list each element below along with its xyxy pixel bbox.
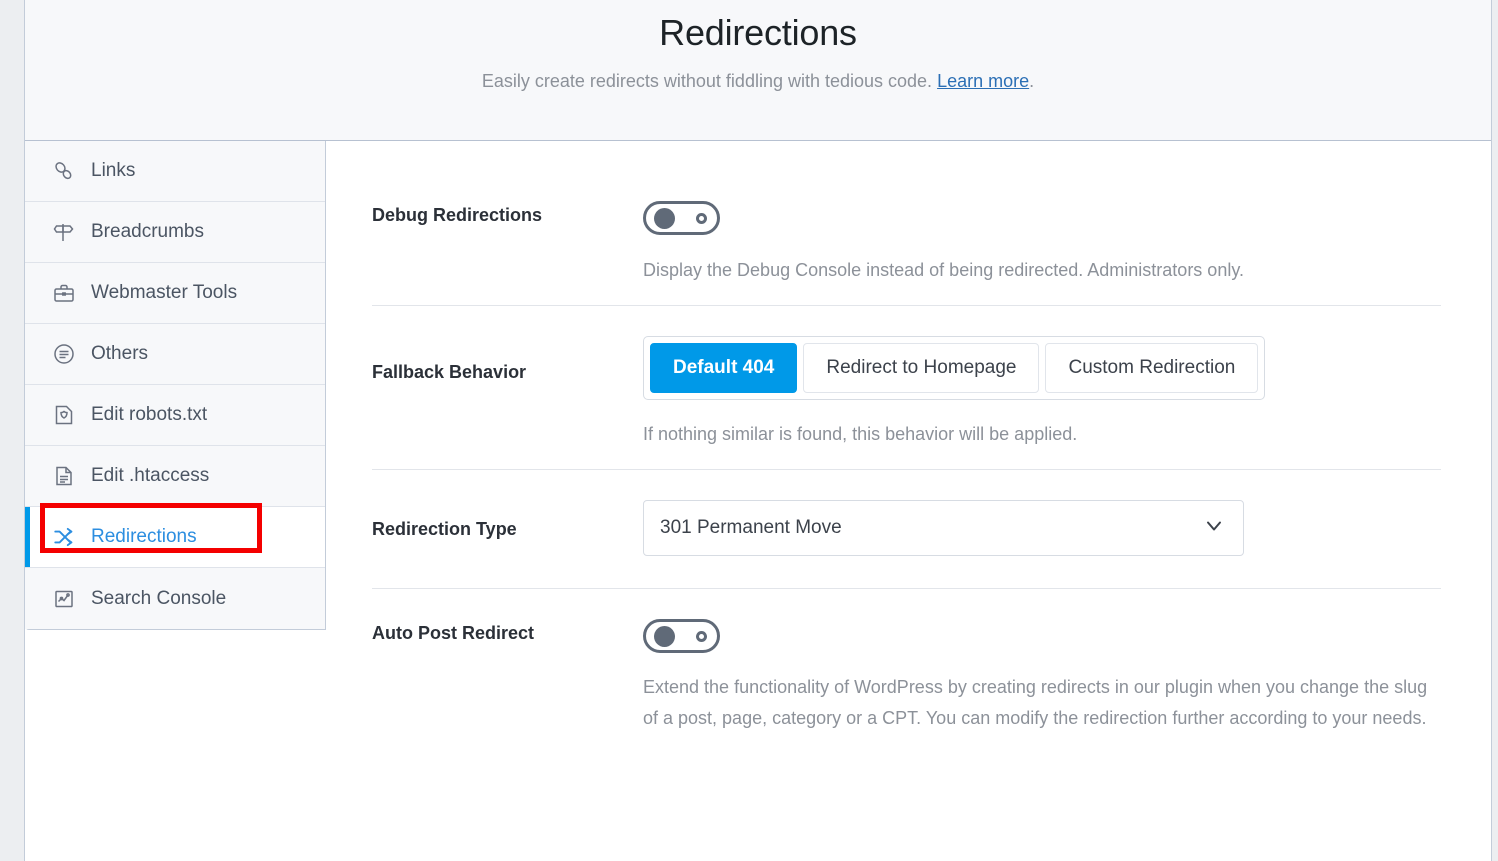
sidebar-item-label: Webmaster Tools [91, 282, 238, 303]
list-circle-icon [52, 342, 82, 366]
sidebar-item-redirections[interactable]: Redirections [25, 503, 325, 568]
fallback-option-custom-redirection[interactable]: Custom Redirection [1045, 343, 1259, 393]
setting-block-redirection-type: Redirection Type 301 Permanent Move [326, 470, 1491, 588]
redirection-type-select-wrap: 301 Permanent Move [643, 500, 1244, 556]
auto-post-redirect-toggle[interactable] [643, 619, 720, 653]
fallback-behavior-control: Default 404 Redirect to Homepage Custom … [643, 336, 1491, 450]
sidebar-item-label: Links [91, 160, 136, 181]
setting-row-redirection-type: Redirection Type 301 Permanent Move [326, 500, 1491, 556]
redirection-type-control: 301 Permanent Move [643, 500, 1491, 556]
sidebar-item-others[interactable]: Others [25, 324, 325, 385]
sidebar-item-search-console[interactable]: Search Console [25, 568, 325, 629]
auto-post-redirect-label: Auto Post Redirect [372, 623, 535, 643]
sidebar-item-label: Others [91, 343, 149, 364]
sidebar-item-webmaster-tools[interactable]: Webmaster Tools [25, 263, 325, 324]
signpost-icon [52, 220, 82, 244]
shuffle-arrows-icon [52, 524, 82, 550]
debug-redirections-help: Display the Debug Console instead of bei… [643, 260, 1244, 280]
setting-row-debug-redirections: Debug Redirections Display the Debug Con… [326, 201, 1491, 286]
sidebar-item-label: Redirections [91, 526, 197, 547]
sidebar-item-breadcrumbs[interactable]: Breadcrumbs [25, 202, 325, 263]
redirection-type-label: Redirection Type [372, 519, 517, 539]
app-root: Redirections Easily create redirects wit… [0, 0, 1498, 861]
setting-row-fallback-behavior: Fallback Behavior Default 404 Redirect t… [326, 336, 1491, 450]
page-subtitle-text: Easily create redirects without fiddling… [481, 71, 933, 91]
sidebar-item-edit-robots-txt[interactable]: Edit robots.txt [25, 385, 325, 446]
fallback-option-redirect-to-homepage[interactable]: Redirect to Homepage [803, 343, 1040, 393]
document-lines-icon [52, 464, 82, 488]
redirection-type-value: 301 Permanent Move [660, 517, 842, 538]
setting-block-debug-redirections: Debug Redirections Display the Debug Con… [326, 141, 1491, 305]
link-icon [52, 159, 82, 183]
toggle-off-dot [696, 630, 707, 642]
fallback-behavior-label: Fallback Behavior [372, 362, 527, 382]
shield-file-icon [52, 403, 82, 427]
card-body: Links Breadcrumbs Webmaster Tools Others… [25, 141, 1491, 861]
page-subtitle: Easily create redirects without fiddling… [25, 69, 1491, 93]
learn-more-link[interactable]: Learn more [937, 71, 1029, 91]
setting-block-fallback-behavior: Fallback Behavior Default 404 Redirect t… [326, 306, 1491, 469]
sidebar-item-label: Edit .htaccess [91, 465, 210, 486]
setting-block-auto-post-redirect: Auto Post Redirect Extend the functional… [326, 589, 1491, 734]
sidebar-item-edit-htaccess[interactable]: Edit .htaccess [25, 446, 325, 507]
auto-post-redirect-help: Extend the functionality of WordPress by… [643, 677, 1428, 728]
setting-row-auto-post-redirect: Auto Post Redirect Extend the functional… [326, 619, 1491, 734]
toolbox-icon [52, 281, 82, 305]
debug-redirections-label: Debug Redirections [372, 205, 543, 225]
debug-redirections-control: Display the Debug Console instead of bei… [643, 201, 1491, 286]
toggle-knob [654, 625, 675, 647]
sidebar-item-label: Edit robots.txt [91, 404, 208, 425]
toggle-knob [654, 207, 675, 229]
debug-redirections-toggle[interactable] [643, 201, 720, 235]
page-title: Redirections [659, 12, 857, 53]
settings-main: Debug Redirections Display the Debug Con… [326, 141, 1491, 861]
redirection-type-select[interactable]: 301 Permanent Move [643, 500, 1244, 556]
sidebar-item-label: Search Console [91, 587, 227, 609]
fallback-behavior-help: If nothing similar is found, this behavi… [643, 424, 1078, 444]
settings-card: Redirections Easily create redirects wit… [24, 0, 1492, 861]
sidebar-item-label: Breadcrumbs [91, 221, 204, 242]
analytics-chart-icon [52, 587, 82, 611]
fallback-option-default-404[interactable]: Default 404 [650, 343, 798, 393]
settings-sidebar: Links Breadcrumbs Webmaster Tools Others… [25, 141, 326, 630]
toggle-off-dot [696, 212, 707, 224]
page-header: Redirections Easily create redirects wit… [25, 0, 1491, 141]
sidebar-item-links[interactable]: Links [25, 141, 325, 202]
page-subtitle-period: . [1029, 71, 1035, 91]
fallback-behavior-button-group: Default 404 Redirect to Homepage Custom … [643, 336, 1266, 400]
auto-post-redirect-control: Extend the functionality of WordPress by… [643, 619, 1491, 734]
